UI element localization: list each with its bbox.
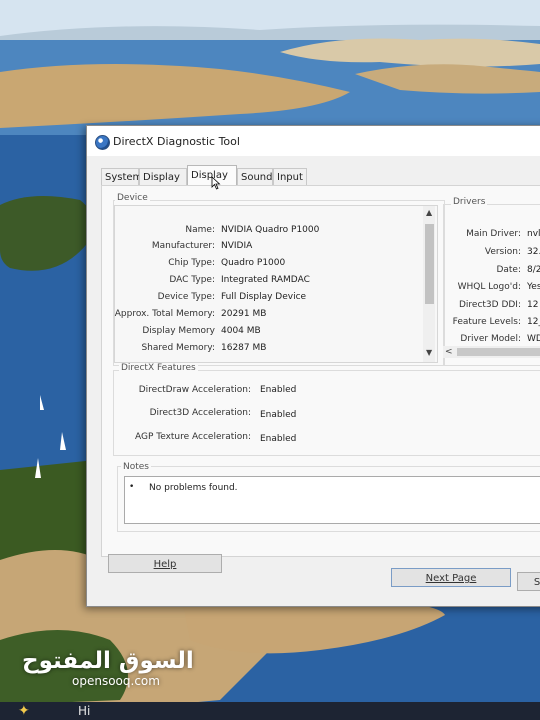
device-row-value: Full Display Device <box>221 292 307 302</box>
feature-row-label: AGP Texture Acceleration: <box>134 432 251 442</box>
next-page-button[interactable]: Next Page <box>391 568 511 587</box>
drivers-row-label: Date: <box>496 265 521 275</box>
device-row-label: Shared Memory: <box>141 343 215 353</box>
next-page-label: Next Page <box>425 573 477 584</box>
device-row-label: Approx. Total Memory: <box>114 309 215 319</box>
tab-system[interactable]: System <box>101 168 142 185</box>
feature-row-value: Enabled <box>260 434 297 444</box>
device-row-label: Name: <box>185 225 215 235</box>
device-row-value: 20291 MB <box>221 309 267 319</box>
drivers-row-label: Driver Model: <box>460 334 521 344</box>
scroll-down-icon[interactable]: ▼ <box>426 348 432 357</box>
drivers-row-label: Version: <box>484 247 521 257</box>
drivers-row-value: 32. <box>527 247 540 257</box>
drivers-row-value: WD <box>527 334 540 344</box>
feature-row-value: Enabled <box>260 410 297 420</box>
title-bar[interactable]: DirectX Diagnostic Tool <box>87 126 540 156</box>
note-item: No problems found. <box>149 483 238 493</box>
tab-sound[interactable]: Sound <box>237 168 273 185</box>
scroll-up-icon[interactable]: ▲ <box>426 208 432 217</box>
tab-display-1[interactable]: Display 1 <box>139 168 187 200</box>
drivers-row-label: WHQL Logo'd: <box>457 282 521 292</box>
mouse-cursor-icon <box>211 176 221 190</box>
device-row-label: DAC Type: <box>169 275 215 285</box>
device-row-label: Display Memory <box>142 326 215 336</box>
drivers-row-value: 12_ <box>527 317 540 327</box>
notes-group-label: Notes <box>121 462 151 472</box>
directx-icon <box>95 135 110 150</box>
widget-icon[interactable]: ✦ <box>18 703 30 719</box>
save-information-label: S <box>533 577 540 588</box>
device-row-label: Chip Type: <box>168 258 215 268</box>
save-information-button[interactable]: S <box>517 572 540 591</box>
drivers-row-label: Main Driver: <box>466 229 521 239</box>
drivers-row-label: Direct3D DDI: <box>458 300 521 310</box>
watermark-arabic: السوق المفتوح <box>22 648 194 674</box>
device-row-value: Integrated RAMDAC <box>221 275 310 285</box>
taskbar-text: Hi <box>78 704 91 718</box>
watermark-logo: السوق المفتوح opensooq.com <box>22 648 194 688</box>
device-row-value: 16287 MB <box>221 343 267 353</box>
directx-window: DirectX Diagnostic Tool System Display 1… <box>86 125 540 607</box>
device-group-label: Device <box>115 193 150 203</box>
notes-textbox[interactable]: • No problems found. <box>124 476 540 524</box>
watermark-latin: opensooq.com <box>72 674 160 688</box>
device-scrollbar[interactable]: ▲ ▼ <box>423 206 435 362</box>
device-row-value: NVIDIA Quadro P1000 <box>221 225 320 235</box>
hscroll-thumb[interactable] <box>457 348 540 356</box>
drivers-group-label: Drivers <box>451 197 488 207</box>
scroll-left-icon[interactable]: < <box>445 347 453 357</box>
tab-input[interactable]: Input <box>273 168 307 185</box>
help-button-label: Help <box>153 559 177 570</box>
features-group-label: DirectX Features <box>119 363 198 373</box>
drivers-hscrollbar[interactable]: < <box>443 346 540 358</box>
feature-row-value: Enabled <box>260 385 297 395</box>
device-row-value: 4004 MB <box>221 326 261 336</box>
device-row-value: NVIDIA <box>221 241 253 251</box>
help-button[interactable]: Help <box>108 554 222 573</box>
window-title: DirectX Diagnostic Tool <box>113 135 240 148</box>
feature-row-label: DirectDraw Acceleration: <box>138 385 251 395</box>
scroll-thumb[interactable] <box>425 224 434 304</box>
device-row-label: Manufacturer: <box>151 241 215 251</box>
drivers-row-value: nvl <box>527 229 540 239</box>
drivers-row-value: 8/2 <box>527 265 540 275</box>
device-row-value: Quadro P1000 <box>221 258 286 268</box>
drivers-row-value: Yes <box>527 282 540 292</box>
feature-row-label: Direct3D Acceleration: <box>149 408 251 418</box>
drivers-row-value: 12 <box>527 300 539 310</box>
drivers-row-label: Feature Levels: <box>452 317 521 327</box>
bullet-icon: • <box>129 482 135 492</box>
taskbar: ✦ Hi <box>0 702 540 720</box>
device-row-label: Device Type: <box>157 292 215 302</box>
